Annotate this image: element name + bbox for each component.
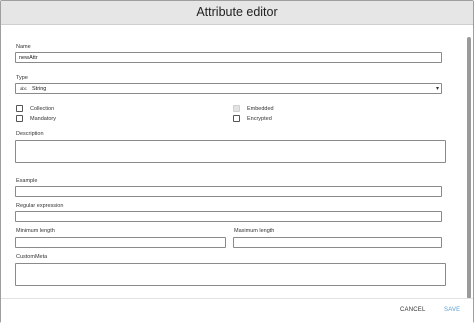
embedded-checkbox[interactable] xyxy=(233,105,240,112)
regex-label: Regular expression xyxy=(16,203,64,209)
min-length-label: Minimum length xyxy=(16,228,55,234)
name-input-value: newAttr xyxy=(19,54,38,61)
scrollbar[interactable] xyxy=(467,37,471,299)
name-label: Name xyxy=(16,44,31,50)
description-textarea[interactable] xyxy=(15,140,446,163)
max-length-label: Maximum length xyxy=(234,228,275,234)
encrypted-checkbox[interactable] xyxy=(233,115,240,122)
mandatory-checkbox[interactable] xyxy=(16,115,23,122)
collection-label: Collection xyxy=(30,106,55,112)
description-label: Description xyxy=(16,131,44,137)
name-input[interactable]: newAttr xyxy=(15,52,442,63)
cancel-button[interactable]: CANCEL xyxy=(400,307,426,313)
attribute-editor-dialog: Attribute editor ✕ Name newAttr Type abc… xyxy=(0,0,474,323)
custom-meta-label: CustomMeta xyxy=(16,254,48,260)
embedded-label: Embedded xyxy=(247,106,274,112)
type-select-value: String xyxy=(32,85,47,92)
dialog-footer: CANCEL SAVE xyxy=(1,298,473,323)
example-input[interactable] xyxy=(15,186,442,197)
abc-icon: abc xyxy=(20,86,27,91)
save-button[interactable]: SAVE xyxy=(444,307,460,313)
chevron-down-icon: ▾ xyxy=(435,86,439,92)
dialog-titlebar: Attribute editor ✕ xyxy=(1,1,473,25)
max-length-input[interactable] xyxy=(233,237,442,248)
collection-checkbox[interactable] xyxy=(16,105,23,112)
mandatory-label: Mandatory xyxy=(30,116,56,122)
custom-meta-textarea[interactable] xyxy=(15,263,446,286)
dialog-title: Attribute editor xyxy=(196,5,278,19)
regex-input[interactable] xyxy=(15,211,442,222)
min-length-input[interactable] xyxy=(15,237,226,248)
type-label: Type xyxy=(16,75,28,81)
encrypted-label: Encrypted xyxy=(247,116,272,122)
example-label: Example xyxy=(16,178,38,184)
type-select[interactable]: abc String ▾ xyxy=(15,83,442,94)
